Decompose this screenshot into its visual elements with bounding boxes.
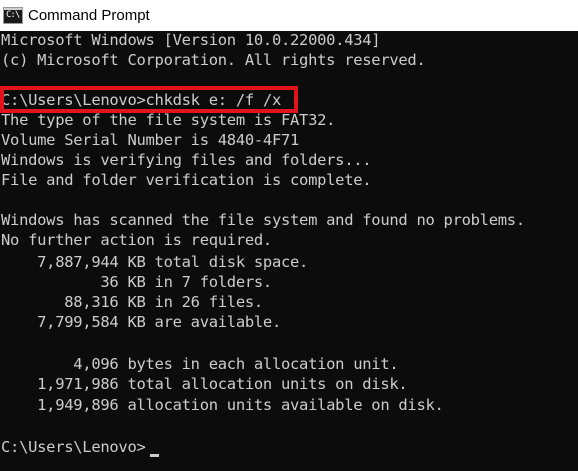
command-highlight-box (0, 86, 298, 113)
cmd-icon: C:\ (3, 7, 23, 24)
console-line-prompt[interactable]: C:\Users\Lenovo> (1, 437, 146, 457)
console-line-available-units: 1,949,896 allocation units available on … (1, 396, 444, 414)
console-line-available: 7,799,584 KB are available. (1, 313, 281, 331)
console-line-copyright: (c) Microsoft Corporation. All rights re… (1, 51, 426, 69)
console-line-filesystem: The type of the file system is FAT32. (1, 111, 336, 129)
console-line-version: Microsoft Windows [Version 10.0.22000.43… (1, 31, 381, 49)
cmd-icon-glyph: C:\ (6, 10, 20, 20)
console-line-total-units: 1,971,986 total allocation units on disk… (1, 375, 408, 393)
text-cursor (150, 454, 159, 457)
console-line-files: 88,316 KB in 26 files. (1, 293, 263, 311)
console-output[interactable]: Microsoft Windows [Version 10.0.22000.43… (0, 31, 578, 471)
console-line-folders: 36 KB in 7 folders. (1, 273, 272, 291)
console-line-serial: Volume Serial Number is 4840-4F71 (1, 131, 300, 149)
console-line-no-action: No further action is required. (1, 231, 272, 249)
title-bar[interactable]: C:\ Command Prompt (0, 0, 578, 31)
console-line-total-space: 7,887,944 KB total disk space. (1, 253, 309, 271)
console-line-allocation-unit: 4,096 bytes in each allocation unit. (1, 355, 399, 373)
console-line-verifying: Windows is verifying files and folders..… (1, 151, 372, 169)
console-line-scan-result: Windows has scanned the file system and … (1, 211, 525, 229)
console-line-verification-complete: File and folder verification is complete… (1, 171, 372, 189)
window-title: Command Prompt (28, 7, 150, 24)
